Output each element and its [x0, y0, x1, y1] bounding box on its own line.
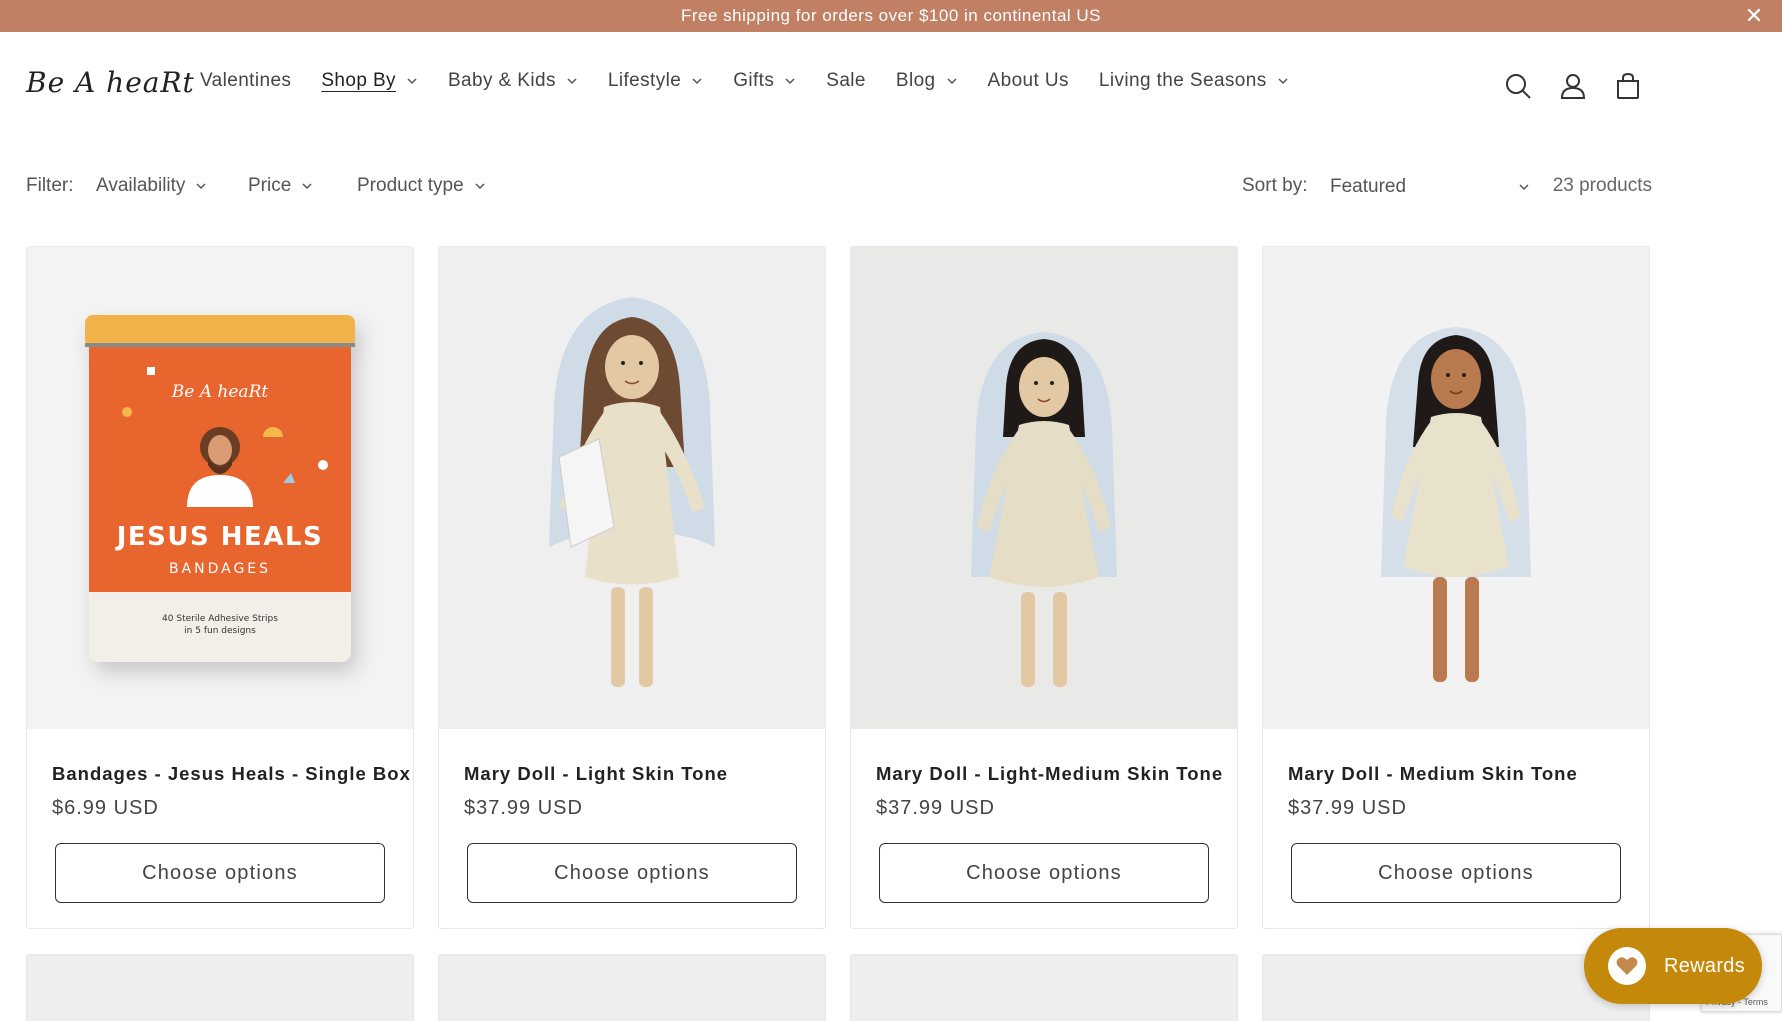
- product-image[interactable]: [1263, 247, 1649, 729]
- doll-illustration: [971, 332, 1117, 687]
- product-price: $37.99 USD: [876, 797, 995, 819]
- cart-icon[interactable]: [1610, 68, 1646, 104]
- announcement-bar: Free shipping for orders over $100 in co…: [0, 0, 1782, 32]
- choose-options-button[interactable]: Choose options: [55, 843, 385, 903]
- product-count: 23 products: [1552, 175, 1652, 196]
- filter-product-type[interactable]: Product type: [357, 175, 486, 197]
- box-subtitle: BANDAGES: [169, 561, 271, 577]
- nav-item-blog[interactable]: Blog: [896, 70, 958, 92]
- chevron-down-icon: [946, 75, 958, 87]
- product-title[interactable]: Bandages - Jesus Heals - Single Box: [52, 763, 411, 785]
- chevron-down-icon: [195, 180, 207, 192]
- chevron-down-icon: [691, 75, 703, 87]
- filter-bar: Filter: Availability Price Product type …: [26, 175, 1652, 201]
- chevron-down-icon: [301, 180, 313, 192]
- chevron-down-icon: [406, 75, 418, 87]
- chevron-down-icon: [1277, 75, 1289, 87]
- chevron-down-icon: [474, 180, 486, 192]
- doll-illustration: [1381, 327, 1531, 682]
- filter-price[interactable]: Price: [248, 175, 313, 197]
- filter-availability[interactable]: Availability: [96, 175, 207, 197]
- rewards-label: Rewards: [1664, 954, 1746, 977]
- product-price: $37.99 USD: [464, 797, 583, 819]
- choose-options-button[interactable]: Choose options: [879, 843, 1209, 903]
- box-fine-print-1: 40 Sterile Adhesive Strips: [162, 614, 278, 624]
- nav-item-living-the-seasons[interactable]: Living the Seasons: [1099, 70, 1289, 92]
- doll-illustration: [549, 297, 715, 687]
- close-icon[interactable]: ✕: [1740, 2, 1768, 30]
- search-icon[interactable]: [1500, 68, 1536, 104]
- product-card: Mary Doll - Light-Medium Skin Tone $37.9…: [850, 246, 1238, 929]
- product-card-partial[interactable]: [26, 954, 414, 1021]
- nav-item-shop-by[interactable]: Shop By: [321, 70, 418, 92]
- nav-item-sale[interactable]: Sale: [826, 70, 866, 92]
- product-card-partial[interactable]: [850, 954, 1238, 1021]
- product-image[interactable]: [439, 247, 825, 729]
- product-price: $37.99 USD: [1288, 797, 1407, 819]
- nav-item-about-us[interactable]: About Us: [988, 70, 1069, 92]
- product-card: Be A heaRt JESUS HEALS BANDAGES 40 Steri…: [26, 246, 414, 929]
- choose-options-button[interactable]: Choose options: [467, 843, 797, 903]
- choose-options-button[interactable]: Choose options: [1291, 843, 1621, 903]
- rewards-button[interactable]: Rewards: [1584, 928, 1762, 1004]
- product-price: $6.99 USD: [52, 797, 159, 819]
- product-title[interactable]: Mary Doll - Light Skin Tone: [464, 763, 728, 785]
- main-nav: Valentines Shop By Baby & Kids Lifestyle…: [200, 70, 1319, 92]
- chevron-down-icon: [784, 75, 796, 87]
- nav-item-valentines[interactable]: Valentines: [200, 70, 291, 92]
- product-image[interactable]: [851, 247, 1237, 729]
- product-card-partial[interactable]: [438, 954, 826, 1021]
- nav-item-gifts[interactable]: Gifts: [733, 70, 796, 92]
- chevron-down-icon: [566, 75, 578, 87]
- nav-item-baby-kids[interactable]: Baby & Kids: [448, 70, 578, 92]
- chevron-down-icon: [1518, 181, 1530, 193]
- product-card: Mary Doll - Medium Skin Tone $37.99 USD …: [1262, 246, 1650, 929]
- site-logo[interactable]: Be A heaRt: [26, 66, 195, 99]
- sort-label: Sort by:: [1242, 175, 1308, 196]
- sort-select[interactable]: Featured: [1330, 171, 1530, 203]
- product-title[interactable]: Mary Doll - Light-Medium Skin Tone: [876, 763, 1223, 785]
- box-fine-print-2: in 5 fun designs: [184, 626, 256, 636]
- product-card: Mary Doll - Light Skin Tone $37.99 USD C…: [438, 246, 826, 929]
- box-title: JESUS HEALS: [115, 522, 324, 552]
- site-header: Be A heaRt Valentines Shop By Baby & Kid…: [0, 32, 1782, 136]
- account-icon[interactable]: [1555, 68, 1591, 104]
- announcement-text: Free shipping for orders over $100 in co…: [680, 6, 1102, 25]
- product-title[interactable]: Mary Doll - Medium Skin Tone: [1288, 763, 1578, 785]
- box-brand: Be A heaRt: [171, 382, 269, 402]
- header-icons: [1500, 68, 1665, 104]
- filter-label: Filter:: [26, 175, 74, 196]
- product-image[interactable]: Be A heaRt JESUS HEALS BANDAGES 40 Steri…: [27, 247, 413, 729]
- bandage-box-illustration: Be A heaRt JESUS HEALS BANDAGES 40 Steri…: [85, 315, 355, 662]
- nav-item-lifestyle[interactable]: Lifestyle: [608, 70, 703, 92]
- heart-icon: [1608, 947, 1646, 985]
